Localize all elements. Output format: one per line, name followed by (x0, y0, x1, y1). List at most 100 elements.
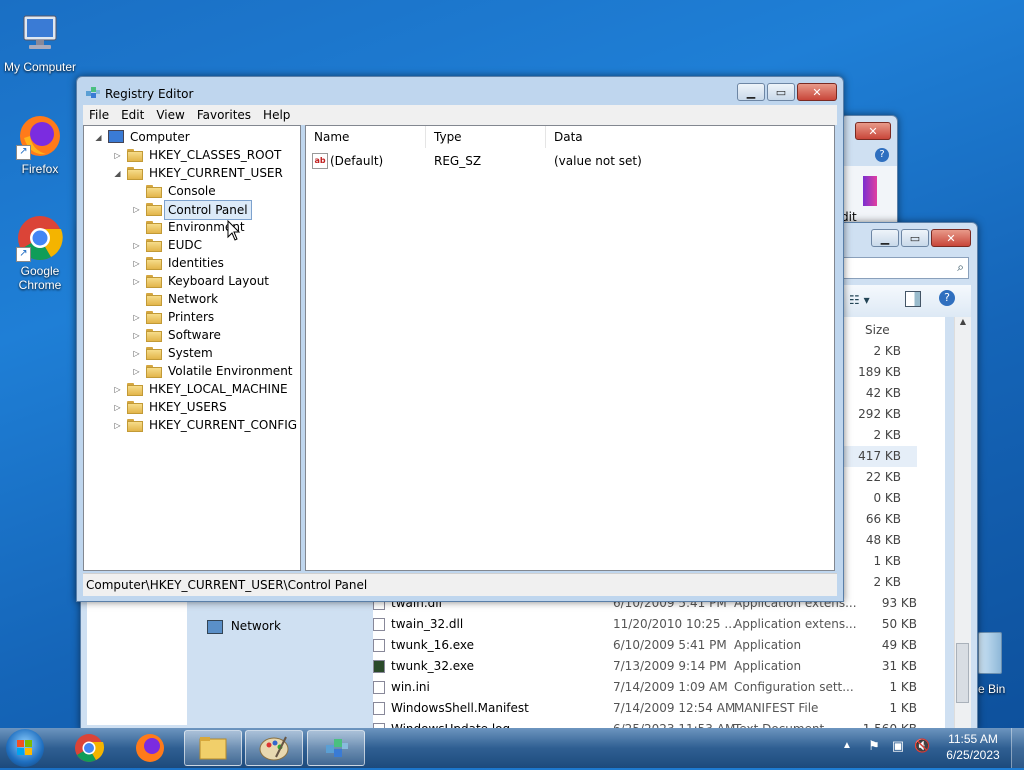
tree-node-label: Software (168, 328, 221, 342)
value-row[interactable]: ab (Default) REG_SZ (value not set) (306, 152, 834, 170)
scroll-up-arrow-icon[interactable]: ▲ (955, 317, 971, 326)
file-name: twunk_16.exe (391, 638, 475, 652)
expand-arrow-icon[interactable]: ▷ (113, 421, 122, 430)
tree-node[interactable]: Console (84, 182, 298, 200)
search-icon: ⌕ (957, 260, 964, 274)
tree-node[interactable]: Network (84, 290, 298, 308)
firefox-icon (136, 734, 164, 762)
file-date: 7/14/2009 1:09 AM (613, 680, 728, 694)
registry-editor-window[interactable]: Registry Editor ▁ ▭ ✕ File Edit View Fav… (76, 76, 844, 602)
expand-arrow-icon[interactable]: ▷ (132, 367, 141, 376)
desktop-icon-my-computer[interactable]: My Computer (0, 10, 80, 74)
column-header-data[interactable]: Data (546, 126, 834, 148)
file-row[interactable]: twunk_16.exe 6/10/2009 5:41 PM Application… (373, 635, 929, 656)
expand-arrow-icon[interactable]: ▷ (132, 331, 141, 340)
file-row[interactable]: win.ini 7/14/2009 1:09 AM Configuration se… (373, 677, 929, 698)
expand-arrow-icon[interactable]: ▷ (132, 241, 141, 250)
column-header-size[interactable]: Size (865, 323, 890, 337)
vertical-scrollbar[interactable]: ▲ (954, 317, 971, 729)
minimize-button[interactable]: ▁ (871, 229, 899, 247)
desktop-icon-chrome[interactable]: ↗ Google Chrome (0, 214, 80, 292)
folder-icon (146, 221, 162, 234)
expand-arrow-icon[interactable]: ▷ (132, 205, 141, 214)
scroll-thumb[interactable] (956, 643, 969, 703)
network-icon (207, 619, 223, 634)
tree-node[interactable]: ▷ HKEY_LOCAL_MACHINE (84, 380, 298, 398)
tree-node[interactable]: ▷ Volatile Environment (84, 362, 298, 380)
folder-icon (146, 329, 162, 342)
tree-node[interactable]: ▷ Printers (84, 308, 298, 326)
view-options-icon[interactable]: ☷ ▾ (849, 293, 870, 307)
desktop-icon-recycle-bin[interactable]: e Bin (972, 632, 1024, 702)
taskbar-paint[interactable] (245, 730, 303, 766)
expand-arrow-icon[interactable]: ▷ (132, 277, 141, 286)
action-center-flag-icon[interactable]: ⚑ (866, 738, 882, 754)
expand-arrow-icon[interactable]: ▷ (113, 385, 122, 394)
menu-edit[interactable]: Edit (115, 108, 150, 122)
tree-node[interactable]: ▷ Keyboard Layout (84, 272, 298, 290)
tree-node[interactable]: ▷ Identities (84, 254, 298, 272)
tree-node[interactable]: ▷ HKEY_USERS (84, 398, 298, 416)
tree-node[interactable]: ▷ HKEY_CURRENT_CONFIG (84, 416, 298, 434)
tree-node[interactable]: Environment (84, 218, 298, 236)
tree-node[interactable]: ▷ Software (84, 326, 298, 344)
nav-item-network[interactable]: Network (207, 619, 281, 634)
tree-node[interactable]: ▷ HKEY_CLASSES_ROOT (84, 146, 298, 164)
network-status-icon[interactable]: ▣ (890, 738, 906, 754)
expand-arrow-icon[interactable]: ▷ (132, 259, 141, 268)
search-box[interactable]: ⌕ (841, 257, 969, 279)
menu-file[interactable]: File (83, 108, 115, 122)
taskbar-firefox[interactable] (121, 730, 179, 766)
show-hidden-icons-button[interactable]: ▲ (842, 740, 852, 751)
clock[interactable]: 11:55 AM 6/25/2023 (938, 732, 1008, 762)
tree-node[interactable]: ▷ System (84, 344, 298, 362)
expand-arrow-icon[interactable]: ▷ (132, 349, 141, 358)
show-desktop-button[interactable] (1011, 728, 1024, 768)
tree-node[interactable]: ▷ Control Panel (84, 200, 298, 220)
close-button[interactable]: ✕ (931, 229, 971, 247)
desktop-icon-label: Google Chrome (18, 264, 62, 292)
menu-favorites[interactable]: Favorites (191, 108, 257, 122)
taskbar-explorer[interactable] (184, 730, 242, 766)
tree-node[interactable]: ◢ Computer (84, 128, 298, 146)
taskbar-registry-editor[interactable] (307, 730, 365, 766)
close-button[interactable]: ✕ (855, 122, 891, 140)
volume-muted-icon[interactable]: 🔇 (914, 738, 930, 754)
maximize-button[interactable]: ▭ (901, 229, 929, 247)
column-header-type[interactable]: Type (426, 126, 546, 148)
folder-icon (199, 737, 227, 760)
value-list[interactable]: Name Type Data ab (Default) REG_SZ (valu… (305, 125, 835, 571)
column-header-name[interactable]: Name (306, 126, 426, 148)
tree-node-label: HKEY_USERS (149, 400, 227, 414)
menu-bar: File Edit View Favorites Help (83, 105, 837, 125)
minimize-button[interactable]: ▁ (737, 83, 765, 101)
status-bar: Computer\HKEY_CURRENT_USER\Control Panel (83, 573, 837, 596)
file-row[interactable]: WindowsShell.Manifest 7/14/2009 12:54 AM M… (373, 698, 929, 719)
tree-node[interactable]: ▷ EUDC (84, 236, 298, 254)
expand-arrow-icon[interactable]: ▷ (113, 151, 122, 160)
file-row[interactable]: twunk_32.exe 7/13/2009 9:14 PM Application… (373, 656, 929, 677)
tree-node[interactable]: ◢ HKEY_CURRENT_USER (84, 164, 298, 182)
menu-view[interactable]: View (150, 108, 190, 122)
desktop-icon-firefox[interactable]: ↗ Firefox (0, 112, 80, 176)
expand-arrow-icon[interactable]: ▷ (113, 403, 122, 412)
value-name: (Default) (330, 154, 384, 168)
file-row[interactable]: twain_32.dll 11/20/2010 10:25 ... Applicat… (373, 614, 929, 635)
expand-arrow-icon[interactable]: ▷ (132, 313, 141, 322)
help-icon[interactable]: ? (939, 290, 955, 306)
collapse-arrow-icon[interactable]: ◢ (94, 133, 103, 142)
file-size: 93 KB (881, 596, 917, 610)
tree-node-label: HKEY_CURRENT_CONFIG (149, 418, 298, 432)
menu-help[interactable]: Help (257, 108, 296, 122)
preview-pane-icon[interactable] (905, 291, 921, 307)
collapse-arrow-icon[interactable]: ◢ (113, 169, 122, 178)
firefox-icon: ↗ (16, 112, 64, 160)
help-icon[interactable]: ? (875, 148, 889, 162)
key-tree[interactable]: ◢ Computer ▷ HKEY_CLASSES_ROOT ◢ HKEY_CURRENT… (83, 125, 301, 571)
maximize-button[interactable]: ▭ (767, 83, 795, 101)
taskbar-chrome[interactable] (60, 730, 118, 766)
tree-node-label: System (168, 346, 213, 360)
start-button[interactable] (6, 729, 44, 767)
background-window-paint[interactable]: ✕ ? dit (840, 115, 898, 227)
close-button[interactable]: ✕ (797, 83, 837, 101)
